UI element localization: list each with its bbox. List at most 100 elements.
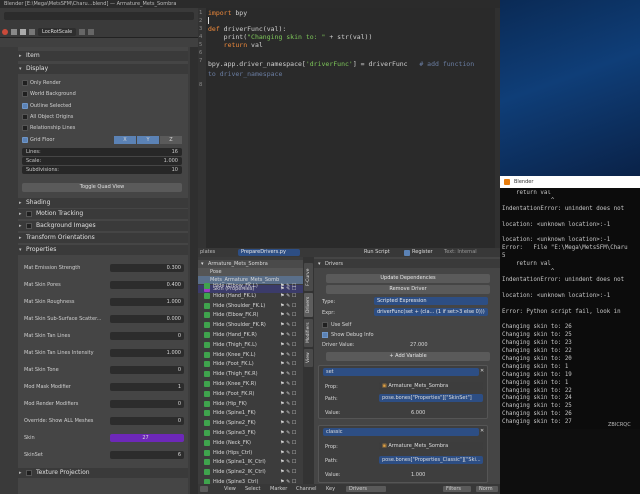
bone-driver-row[interactable]: Hide (Hand_FK.L) ⚑ ✎ ☐ [198, 292, 303, 300]
keyframe-icon[interactable] [29, 29, 35, 35]
bone-driver-row[interactable]: Hide (Spine1_FK) ⚑ ✎ ☐ [198, 409, 303, 417]
tab-drivers[interactable]: Drivers [304, 293, 313, 317]
checkbox-all-object-origins[interactable]: All Object Origins [22, 113, 73, 121]
editor-type-icon[interactable] [200, 486, 208, 492]
console-window[interactable]: Blender return val ^ IndentationError: un… [500, 176, 640, 429]
bone-driver-row[interactable]: Hide (Shoulder_FK.R) ⚑ ✎ ☐ [198, 321, 303, 329]
bone-driver-row[interactable]: Hide (Spine2_FK) ⚑ ✎ ☐ [198, 419, 303, 427]
channel-toggle-icons[interactable]: ⚑ ✎ ☐ [280, 292, 296, 300]
section-transform-orientations[interactable]: Transform Orientations [18, 233, 188, 243]
properties-scrollbar[interactable] [190, 47, 198, 494]
channel-toggle-icons[interactable]: ⚑ ✎ ☐ [280, 429, 296, 437]
tab-modifiers[interactable]: Modifiers [304, 319, 313, 347]
bone-driver-row[interactable]: Hide (Foot_FK.R) ⚑ ✎ ☐ [198, 390, 303, 398]
channel-toggle-icons[interactable]: ⚑ ✎ ☐ [280, 370, 296, 378]
lock-icon[interactable] [20, 29, 26, 35]
register-checkbox-icon[interactable] [404, 250, 410, 256]
channel-toggle-icons[interactable]: ⚑ ✎ ☐ [280, 439, 296, 447]
prop-value[interactable]: 0.000 [110, 315, 184, 323]
channel-toggle-icons[interactable]: ⚑ ✎ ☐ [280, 302, 296, 310]
prop-target-field[interactable]: ▣ Armature_Mets_Sombra [379, 382, 483, 390]
menu-select[interactable]: Select [245, 486, 260, 492]
channel-toggle-icons[interactable]: ⚑ ✎ ☐ [280, 351, 296, 359]
checkbox-only-render[interactable]: Only Render [22, 79, 61, 87]
prop-value[interactable]: 6 [110, 451, 184, 459]
tab-f-curve[interactable]: F-Curve [304, 263, 313, 291]
data-path-input[interactable]: pose.bones["Properties"]["SkinSet"] [379, 394, 483, 402]
grid-scale-field[interactable]: Scale: 1.000 [22, 157, 182, 165]
remove-variable-icon[interactable]: ✕ [480, 428, 484, 434]
bone-driver-row[interactable]: Hide (Foot_FK.L) ⚑ ✎ ☐ [198, 360, 303, 368]
menu-view[interactable]: View [224, 486, 236, 492]
text-editor[interactable]: 1 2 3 4 5 6 7 8 import bpy def driverFun… [198, 8, 500, 248]
bone-driver-row[interactable]: Hide (Hips_Ctrl) ⚑ ✎ ☐ [198, 449, 303, 457]
bone-driver-row[interactable]: Hide (Spine1_IK_Ctrl) ⚑ ✎ ☐ [198, 458, 303, 466]
channel-toggle-icons[interactable]: ⚑ ✎ ☐ [280, 311, 296, 319]
checkbox-outline-selected[interactable]: Outline Selected [22, 102, 71, 110]
driver-type-select[interactable]: Scripted Expression [374, 297, 488, 305]
checkbox-grid-floor[interactable]: Grid Floor [22, 136, 55, 144]
prop-value[interactable]: 1.000 [110, 298, 184, 306]
console-title-bar[interactable]: Blender [500, 176, 640, 188]
channel-toggle-icons[interactable]: ⚑ ✎ ☐ [280, 409, 296, 417]
toggle-quad-view-button[interactable]: Toggle Quad View [22, 183, 182, 192]
variable-name-input[interactable]: set [323, 368, 479, 376]
channel-toggle-icons[interactable]: ⚑ ✎ ☐ [280, 390, 296, 398]
remove-variable-icon[interactable]: ✕ [480, 368, 484, 374]
bone-driver-row[interactable]: Hide (Shoulder_FK.L) ⚑ ✎ ☐ [198, 302, 303, 310]
checkbox-relationship-lines[interactable]: Relationship Lines [22, 124, 75, 132]
bone-driver-row[interactable]: Hide (Knee_FK.R) ⚑ ✎ ☐ [198, 380, 303, 388]
bone-driver-row[interactable]: Hide (Neck_FK) ⚑ ✎ ☐ [198, 439, 303, 447]
key-icon[interactable] [79, 29, 86, 35]
skin-slider[interactable]: 27 [110, 434, 184, 442]
channel-toggle-icons[interactable]: ⚑ ✎ ☐ [280, 321, 296, 329]
section-display[interactable]: Display [18, 64, 188, 74]
prop-value[interactable]: 0 [110, 417, 184, 425]
bone-driver-row[interactable]: Hide (Elbow_FK.L) ⚑ ✎ ☐ [198, 282, 303, 290]
use-self-checkbox[interactable] [322, 322, 328, 328]
layer-icon[interactable] [11, 29, 17, 35]
prop-value[interactable]: 0 [110, 332, 184, 340]
add-variable-button[interactable]: + Add Variable [326, 352, 490, 361]
bone-driver-row[interactable]: Hide (Knee_FK.L) ⚑ ✎ ☐ [198, 351, 303, 359]
checkbox-icon[interactable] [26, 470, 32, 476]
channel-toggle-icons[interactable]: ⚑ ✎ ☐ [280, 282, 296, 290]
checkbox-world-background[interactable]: World Background [22, 90, 76, 98]
axis-z-toggle[interactable]: Z [160, 136, 182, 144]
prop-value[interactable]: 0.400 [110, 281, 184, 289]
remove-driver-button[interactable]: Remove Driver [326, 285, 490, 294]
bone-driver-row[interactable]: Hide (Hip_FK) ⚑ ✎ ☐ [198, 400, 303, 408]
data-path-input[interactable]: pose.bones["Properties_Classic"]["Ski... [379, 456, 483, 464]
tab-view[interactable]: View [304, 349, 313, 367]
axis-x-toggle[interactable]: X [114, 136, 136, 144]
channel-toggle-icons[interactable]: ⚑ ✎ ☐ [280, 468, 296, 476]
update-dependencies-button[interactable]: Update Dependencies [326, 274, 490, 283]
bone-driver-row[interactable]: Hide (Elbow_FK.R) ⚑ ✎ ☐ [198, 311, 303, 319]
show-debug-checkbox[interactable] [322, 332, 328, 338]
prop-value[interactable]: 0.300 [110, 264, 184, 272]
section-item[interactable]: Item [18, 51, 188, 61]
prop-value[interactable]: 0 [110, 400, 184, 408]
record-icon[interactable] [2, 29, 8, 35]
key-remove-icon[interactable] [88, 29, 95, 35]
prop-target-field[interactable]: ▣ Armature_Mets_Sombra [379, 442, 483, 450]
checkbox-icon[interactable] [26, 223, 32, 229]
checkbox-icon[interactable] [26, 211, 32, 217]
menu-key[interactable]: Key [326, 486, 335, 492]
channel-toggle-icons[interactable]: ⚑ ✎ ☐ [280, 400, 296, 408]
text-file-selector[interactable]: PrepareDrivers.py [238, 249, 300, 256]
bone-driver-row[interactable]: Hide (Thigh_FK.R) ⚑ ✎ ☐ [198, 370, 303, 378]
bone-driver-row[interactable]: Hide (Hand_FK.R) ⚑ ✎ ☐ [198, 331, 303, 339]
keying-set-field[interactable]: LocRotScale [38, 28, 77, 36]
prop-value[interactable]: 0 [110, 366, 184, 374]
variable-name-input[interactable]: classic [323, 428, 479, 436]
section-properties[interactable]: Properties [18, 245, 188, 255]
axis-y-toggle[interactable]: Y [137, 136, 159, 144]
grid-lines-field[interactable]: Lines: 16 [22, 148, 182, 156]
bone-driver-row[interactable]: Hide (Spine3_FK) ⚑ ✎ ☐ [198, 429, 303, 437]
prop-value[interactable]: 1 [110, 383, 184, 391]
section-texture-projection[interactable]: Texture Projection [18, 468, 188, 478]
section-motion-tracking[interactable]: Motion Tracking [18, 209, 188, 219]
filters-button[interactable]: Filters [443, 486, 471, 492]
channel-toggle-icons[interactable]: ⚑ ✎ ☐ [280, 360, 296, 368]
